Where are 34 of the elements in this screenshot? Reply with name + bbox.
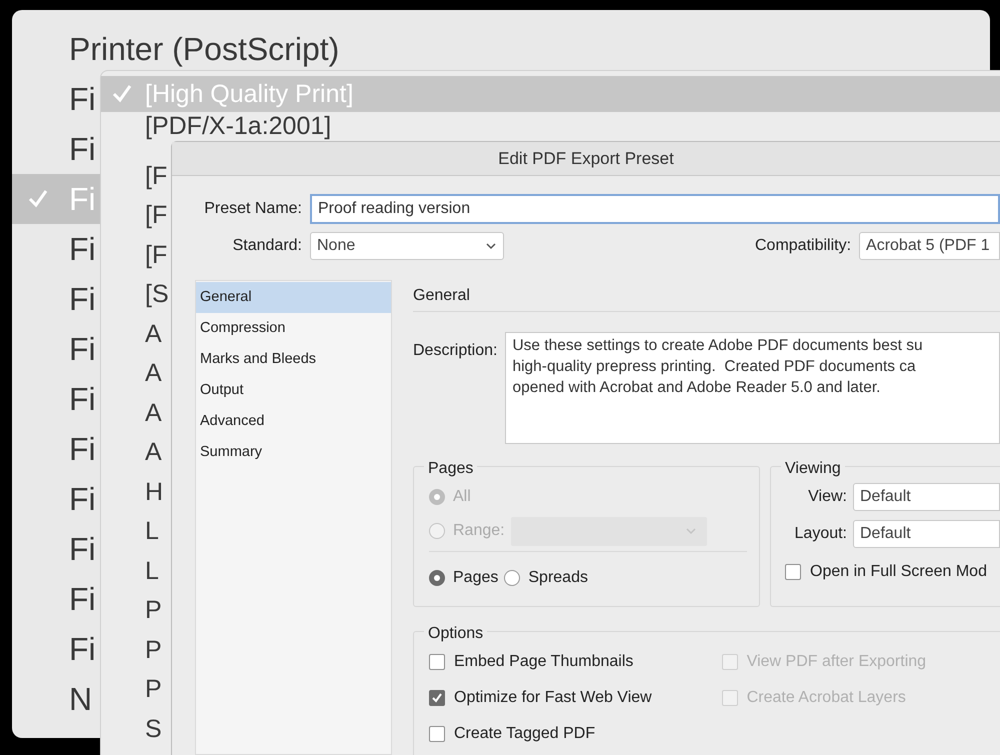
checkbox-option[interactable]: Optimize for Fast Web View bbox=[429, 686, 652, 710]
category-item[interactable]: Marks and Bleeds bbox=[196, 344, 391, 375]
radio-option[interactable]: Pages bbox=[429, 566, 498, 590]
field-label: Preset Name: bbox=[203, 199, 302, 219]
standard-dropdown[interactable]: None bbox=[310, 232, 504, 260]
checkbox-option[interactable]: Create Tagged PDF bbox=[429, 722, 652, 746]
category-item[interactable]: Summary bbox=[196, 437, 391, 468]
field-label: Standard: bbox=[232, 236, 302, 256]
section-title: General bbox=[413, 286, 470, 306]
category-item[interactable]: Advanced bbox=[196, 406, 391, 437]
chevron-icon bbox=[485, 242, 497, 250]
menu-item[interactable]: Printer (PostScript) bbox=[12, 24, 990, 74]
field-label: Description: bbox=[413, 341, 498, 361]
compatibility-dropdown[interactable]: Acrobat 5 (PDF 1 bbox=[859, 232, 1000, 260]
field-label: View: bbox=[807, 487, 847, 507]
chevron-icon bbox=[684, 527, 697, 535]
description-field[interactable]: Use these settings to create Adobe PDF documents best su high-quality prepress printing. Created PDF documents ca opened with Acrobat and Adobe Reader 5.0 and later. bbox=[505, 332, 1000, 444]
dropdown[interactable]: Default bbox=[853, 483, 1000, 511]
preset-name-field[interactable]: Proof reading version bbox=[310, 194, 1000, 224]
category-item[interactable]: Output bbox=[196, 375, 391, 406]
checkbox-option[interactable]: Open in Full Screen Mod bbox=[781, 560, 1000, 584]
field-label: Compatibility: bbox=[755, 236, 852, 256]
menu-item[interactable]: [PDF/X-1a:2001] bbox=[101, 112, 1000, 140]
window-title: Edit PDF Export Preset bbox=[498, 148, 674, 170]
checkbox-option[interactable]: Embed Page Thumbnails bbox=[429, 650, 652, 674]
checkmark-icon bbox=[431, 692, 443, 704]
field-label: Layout: bbox=[794, 524, 847, 544]
checkmark-icon bbox=[111, 83, 133, 105]
radio-option[interactable]: Spreads bbox=[504, 566, 588, 590]
category-item[interactable]: General bbox=[196, 282, 391, 313]
checkmark-icon bbox=[27, 188, 49, 210]
dropdown[interactable]: Default bbox=[853, 520, 1000, 548]
range-dropdown[interactable] bbox=[510, 516, 707, 546]
category-item[interactable]: Compression bbox=[196, 313, 391, 344]
